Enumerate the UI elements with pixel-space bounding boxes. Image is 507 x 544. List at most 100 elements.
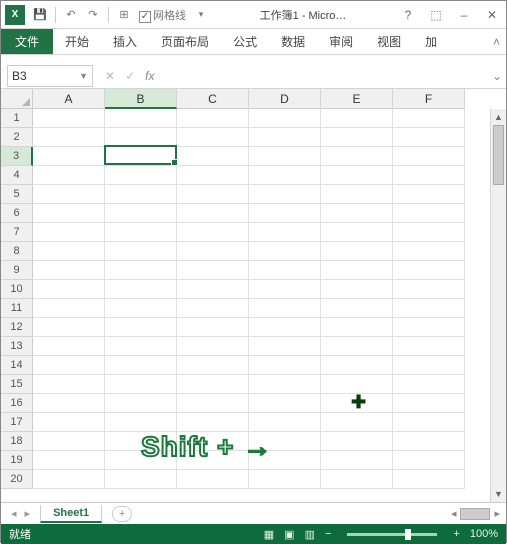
cell[interactable] [177,166,249,185]
row-header[interactable]: 2 [1,128,33,147]
cell[interactable] [393,166,465,185]
cell[interactable] [321,337,393,356]
row-header[interactable]: 5 [1,185,33,204]
tab-view[interactable]: 视图 [365,29,413,54]
hscroll-right-icon[interactable]: ▸ [494,507,500,520]
cell[interactable] [321,128,393,147]
tab-insert[interactable]: 插入 [101,29,149,54]
cell[interactable] [177,223,249,242]
enter-icon[interactable]: ✓ [125,69,135,83]
row-header[interactable]: 8 [1,242,33,261]
sheet-tab-active[interactable]: Sheet1 [40,505,102,523]
gridlines-checkbox[interactable]: ✓网格线 [139,7,186,23]
name-box[interactable]: B3 ▼ [7,65,93,87]
row-header[interactable]: 19 [1,451,33,470]
cancel-icon[interactable]: ✕ [105,69,115,83]
cell[interactable] [321,451,393,470]
zoom-out-button[interactable]: − [325,528,331,540]
cell[interactable] [177,318,249,337]
cell[interactable] [393,375,465,394]
hscroll-thumb[interactable] [460,508,490,520]
row-header[interactable]: 20 [1,470,33,489]
cell[interactable] [105,261,177,280]
cell[interactable] [393,223,465,242]
add-sheet-button[interactable]: + [112,506,132,522]
cell[interactable] [393,280,465,299]
cell[interactable] [105,128,177,147]
cell[interactable] [321,299,393,318]
cell[interactable] [249,166,321,185]
cell[interactable] [249,261,321,280]
cell[interactable] [249,280,321,299]
save-icon[interactable]: 💾 [33,8,47,21]
cell[interactable] [249,223,321,242]
row-header[interactable]: 1 [1,109,33,128]
cell[interactable] [393,109,465,128]
cell[interactable] [105,318,177,337]
ribbon-collapse-icon[interactable]: ˄ [487,29,506,54]
row-header[interactable]: 3 [1,147,33,166]
ribbon-display-button[interactable]: ⬚ [422,1,450,29]
cell[interactable] [321,261,393,280]
cell[interactable] [33,166,105,185]
col-header-F[interactable]: F [393,89,465,109]
row-header[interactable]: 7 [1,223,33,242]
undo-icon[interactable]: ↶ [64,8,78,21]
cell[interactable] [393,432,465,451]
cell[interactable] [33,432,105,451]
cell[interactable] [105,337,177,356]
cell[interactable] [105,204,177,223]
col-header-C[interactable]: C [177,89,249,109]
cell[interactable] [177,413,249,432]
cell[interactable] [249,242,321,261]
cell[interactable] [177,128,249,147]
cell[interactable] [321,470,393,489]
cell[interactable] [177,242,249,261]
cell[interactable] [393,261,465,280]
scroll-down-icon[interactable]: ▼ [491,486,506,502]
cell[interactable] [249,375,321,394]
cell[interactable] [321,185,393,204]
cell[interactable] [249,470,321,489]
row-header[interactable]: 9 [1,261,33,280]
cell[interactable] [321,147,393,166]
cell[interactable] [249,128,321,147]
cell[interactable] [321,109,393,128]
row-header[interactable]: 16 [1,394,33,413]
cell[interactable] [105,356,177,375]
hscroll-left-icon[interactable]: ◂ [451,507,457,520]
cell[interactable] [321,204,393,223]
cell[interactable] [33,356,105,375]
formula-input[interactable] [160,65,488,87]
row-header[interactable]: 13 [1,337,33,356]
cell[interactable] [33,242,105,261]
cell[interactable] [33,128,105,147]
tab-home[interactable]: 开始 [53,29,101,54]
cell[interactable] [105,280,177,299]
cell[interactable] [33,109,105,128]
cell[interactable] [393,318,465,337]
redo-icon[interactable]: ↷ [86,8,100,21]
cell[interactable] [321,356,393,375]
row-header[interactable]: 12 [1,318,33,337]
qat-dropdown-icon[interactable]: ▾ [194,9,208,20]
help-button[interactable]: ? [394,1,422,29]
scroll-up-icon[interactable]: ▲ [491,109,506,125]
cell[interactable] [393,204,465,223]
row-header[interactable]: 11 [1,299,33,318]
cell[interactable] [105,147,177,166]
cell[interactable] [177,204,249,223]
cell[interactable] [177,280,249,299]
row-header[interactable]: 6 [1,204,33,223]
close-button[interactable]: ✕ [478,1,506,29]
cell[interactable] [321,223,393,242]
row-header[interactable]: 14 [1,356,33,375]
view-page-layout-icon[interactable]: ▣ [284,528,294,541]
cell[interactable] [33,185,105,204]
cell[interactable] [393,147,465,166]
col-header-E[interactable]: E [321,89,393,109]
cell[interactable] [393,242,465,261]
cell[interactable] [321,166,393,185]
cell[interactable] [177,356,249,375]
zoom-knob[interactable] [405,529,411,540]
